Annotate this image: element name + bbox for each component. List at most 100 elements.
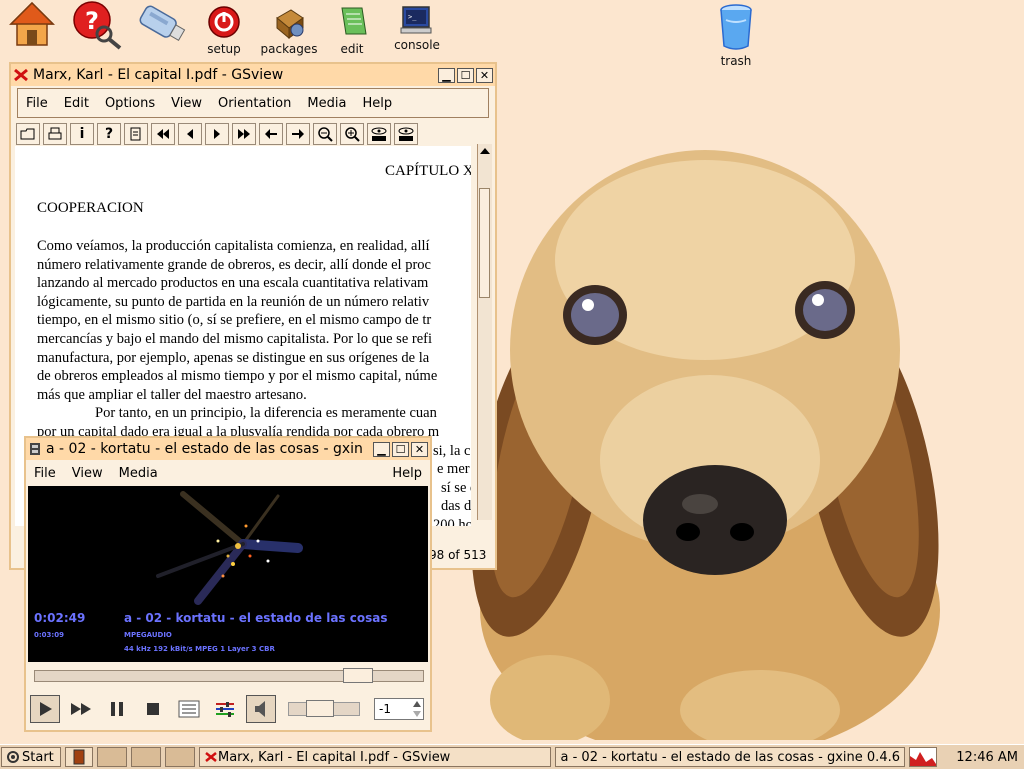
page-select-icon[interactable]: [124, 123, 148, 145]
last-page-icon[interactable]: [232, 123, 256, 145]
desktop-icon: [72, 749, 86, 765]
desktop-icon-trash[interactable]: trash: [704, 2, 768, 68]
desktop-icon-label: packages: [257, 42, 321, 56]
task-label: Marx, Karl - El capital I.pdf - GSview: [218, 750, 450, 765]
doc-line: manufactura, por ejemplo, apenas se dist…: [37, 349, 471, 368]
desktop-icon-packages[interactable]: packages: [257, 4, 321, 56]
workspace-1[interactable]: [97, 747, 127, 767]
stop-button[interactable]: [138, 695, 168, 723]
prev-page-icon[interactable]: [178, 123, 202, 145]
maximize-button[interactable]: ☐: [392, 442, 409, 457]
codec-label: MPEGAUDIO: [124, 631, 172, 639]
menu-options[interactable]: Options: [97, 96, 163, 111]
doc-line: lógicamente, su punto de partida en la r…: [37, 293, 471, 312]
forward-icon[interactable]: [286, 123, 310, 145]
visualization-graphic: [28, 486, 428, 662]
menu-media[interactable]: Media: [111, 466, 166, 481]
taskbar: Start Marx, Karl - El capital I.pdf - GS…: [0, 744, 1024, 769]
gxine-titlebar[interactable]: a - 02 - kortatu - el estado de las cosa…: [26, 438, 430, 460]
menu-help[interactable]: Help: [354, 96, 400, 111]
show-desktop-button[interactable]: [65, 747, 93, 767]
start-button[interactable]: Start: [1, 747, 61, 767]
back-icon[interactable]: [259, 123, 283, 145]
gsview-title: Marx, Karl - El capital I.pdf - GSview: [29, 67, 436, 83]
playlist-icon: [178, 700, 200, 718]
workspace-2[interactable]: [131, 747, 161, 767]
section-heading: COOPERACION: [37, 199, 144, 218]
desktop-icon-label: edit: [320, 42, 384, 56]
doc-line: mercancías y bajo el mando del mismo cap…: [37, 330, 471, 349]
zoom-out-icon[interactable]: [313, 123, 337, 145]
system-monitor[interactable]: [909, 747, 937, 767]
minimize-button[interactable]: ▁: [373, 442, 390, 457]
menu-help[interactable]: Help: [384, 466, 430, 481]
setup-icon: [206, 4, 242, 40]
pause-button[interactable]: [102, 695, 132, 723]
desktop-icon-edit[interactable]: edit: [320, 4, 384, 56]
next-page-icon[interactable]: [205, 123, 229, 145]
task-gxine[interactable]: a - 02 - kortatu - el estado de las cosa…: [555, 747, 905, 767]
text-find-next-icon[interactable]: [394, 123, 418, 145]
minimize-button[interactable]: ▁: [438, 68, 455, 83]
desktop-icon-setup[interactable]: setup: [192, 4, 256, 56]
fast-forward-icon: [70, 702, 92, 716]
gxine-window[interactable]: a - 02 - kortatu - el estado de las cosa…: [24, 436, 432, 732]
menu-edit[interactable]: Edit: [56, 96, 97, 111]
cpu-graph-icon: [910, 748, 936, 766]
video-area[interactable]: 0:02:49 a - 02 - kortatu - el estado de …: [28, 486, 428, 662]
seek-thumb[interactable]: [343, 668, 373, 683]
start-label: Start: [22, 750, 54, 765]
text-search-icon[interactable]: [367, 123, 391, 145]
scroll-thumb[interactable]: [479, 188, 490, 298]
info-icon[interactable]: i: [70, 123, 94, 145]
console-icon: >_: [399, 4, 435, 36]
menu-file[interactable]: File: [26, 466, 64, 481]
workspace-3[interactable]: [165, 747, 195, 767]
desktop-icon-help[interactable]: ?: [66, 0, 130, 50]
dog-wallpaper: [460, 140, 1020, 740]
pause-icon: [110, 701, 124, 717]
speaker-icon: [253, 700, 269, 718]
clock: 12:46 AM: [956, 750, 1018, 765]
desktop-icon-home[interactable]: [0, 0, 64, 48]
desktop-icon-usb[interactable]: [130, 0, 194, 50]
packages-icon: [271, 4, 307, 40]
volume-slider[interactable]: [288, 702, 360, 716]
seek-slider[interactable]: [34, 670, 424, 682]
play-button[interactable]: [30, 695, 60, 723]
maximize-button[interactable]: ☐: [457, 68, 474, 83]
doc-line: número relativamente grande de obreros, …: [37, 256, 471, 275]
chapter-heading: CAPÍTULO X: [385, 162, 471, 181]
menu-file[interactable]: File: [18, 96, 56, 111]
first-page-icon[interactable]: [151, 123, 175, 145]
menu-view[interactable]: View: [64, 466, 111, 481]
desktop-icon-label: setup: [192, 42, 256, 56]
close-button[interactable]: ✕: [411, 442, 428, 457]
start-icon: [6, 750, 20, 764]
mute-button[interactable]: [246, 695, 276, 723]
gsview-toolbar: i ?: [14, 120, 495, 148]
print-icon[interactable]: [43, 123, 67, 145]
close-button[interactable]: ✕: [476, 68, 493, 83]
spinner-arrows-icon[interactable]: [411, 699, 423, 719]
equalizer-button[interactable]: [210, 695, 240, 723]
track-title: a - 02 - kortatu - el estado de las cosa…: [124, 611, 387, 625]
zoom-in-icon[interactable]: [340, 123, 364, 145]
subtitle-channel-spinner[interactable]: -1: [374, 698, 424, 720]
desktop-icon-label: trash: [704, 54, 768, 68]
gsview-titlebar[interactable]: Marx, Karl - El capital I.pdf - GSview ▁…: [11, 64, 495, 86]
menu-view[interactable]: View: [163, 96, 210, 111]
time-total: 0:03:09: [34, 631, 64, 639]
fast-forward-button[interactable]: [66, 695, 96, 723]
doc-line: tiempo, en el mismo sitio (o, sí se pref…: [37, 311, 471, 330]
open-icon[interactable]: [16, 123, 40, 145]
menu-orientation[interactable]: Orientation: [210, 96, 299, 111]
desktop-icon-console[interactable]: >_ console: [385, 4, 449, 52]
volume-thumb[interactable]: [306, 700, 334, 717]
menu-media[interactable]: Media: [299, 96, 354, 111]
vertical-scrollbar[interactable]: [477, 144, 492, 520]
playlist-button[interactable]: [174, 695, 204, 723]
task-gsview[interactable]: Marx, Karl - El capital I.pdf - GSview: [199, 747, 551, 767]
scroll-up-icon[interactable]: [479, 146, 491, 156]
help-icon[interactable]: ?: [97, 123, 121, 145]
